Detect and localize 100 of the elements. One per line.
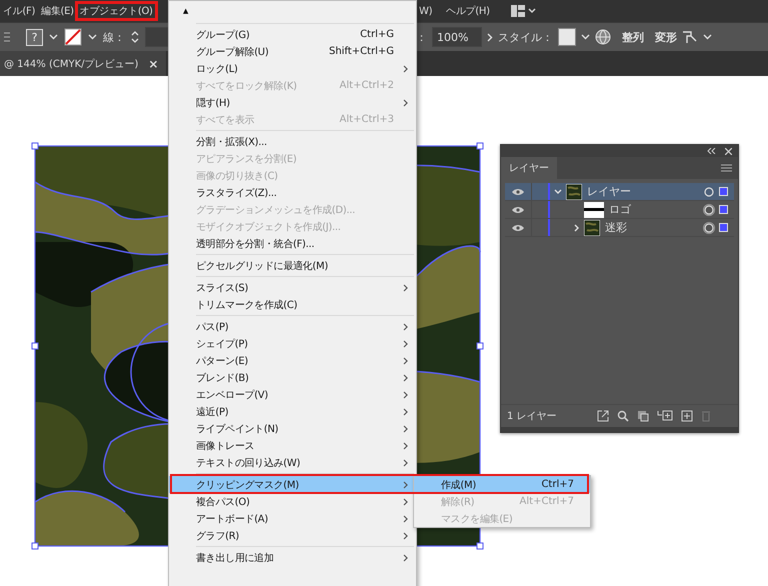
menu-item[interactable]: トリムマークを作成(C) — [169, 296, 416, 313]
shortcut-text: Ctrl+G — [360, 29, 394, 40]
chevron-down-icon[interactable] — [554, 189, 562, 194]
menu-item-label: アートボード(A) — [196, 512, 269, 526]
eye-icon[interactable] — [512, 188, 524, 196]
menu-item[interactable]: ロック(L) — [169, 60, 416, 77]
close-tab-button[interactable]: × — [148, 56, 158, 70]
menu-item[interactable]: パターン(E) — [169, 352, 416, 369]
menu-item-label: ライブペイント(N) — [196, 422, 280, 436]
menu-item-label: すべてを表示 — [196, 114, 256, 126]
document-title: @ 144% (CMYK/プレビュー) — [4, 58, 138, 70]
collapse-panel-icon[interactable] — [707, 148, 716, 154]
menu-item-label: 画像トレース — [196, 440, 256, 452]
shortcut-text: Alt+Ctrl+2 — [340, 80, 394, 91]
menu-item-label: 遠近(P) — [196, 406, 230, 418]
menu-item[interactable]: 書き出し用に追加 — [169, 549, 416, 566]
menu-item[interactable]: 隠す(H) — [169, 94, 416, 111]
transform-link[interactable]: 変形 — [655, 30, 677, 44]
menu-bar-item[interactable]: ヘルプ(H) — [443, 3, 493, 19]
eye-icon[interactable] — [512, 206, 524, 214]
selection-color-square — [719, 187, 728, 196]
menu-item[interactable]: 画像トレース — [169, 437, 416, 454]
opacity-label: ： — [416, 30, 427, 44]
chevron-right-icon[interactable] — [487, 32, 493, 42]
layer-name: ロゴ — [609, 202, 632, 217]
clipping-mask-icon[interactable] — [637, 410, 649, 422]
menu-item[interactable]: ラスタライズ(Z)... — [169, 184, 416, 201]
style-swatch[interactable] — [558, 28, 576, 46]
camouflage-thumbnail — [566, 184, 582, 200]
menu-item[interactable]: 複合パス(O) — [169, 493, 416, 510]
menu-item[interactable]: 遠近(P) — [169, 403, 416, 420]
menu-item-label: ロック(L) — [196, 62, 239, 76]
menu-item[interactable]: シェイプ(P) — [169, 335, 416, 352]
chevron-down-icon[interactable] — [49, 34, 58, 40]
menu-bar-item[interactable]: イル(F) — [0, 3, 38, 19]
layers-tab[interactable]: レイヤー — [501, 157, 557, 179]
menu-item-label: テキストの回り込み(W) — [196, 456, 302, 470]
menu-item-label: 複合パス(O) — [196, 496, 251, 508]
close-icon[interactable] — [725, 148, 732, 154]
menu-bar-item[interactable]: オブジェクト(O) — [76, 3, 156, 19]
chevron-down-icon[interactable] — [703, 34, 712, 40]
export-icon[interactable] — [597, 410, 609, 422]
menu-item[interactable]: 透明部分を分割・統合(F)... — [169, 235, 416, 252]
menu-item-label: グループ解除(U) — [196, 46, 270, 58]
menu-item[interactable]: アートボード(A) — [169, 510, 416, 527]
menu-item[interactable]: クリッピングマスク(M) — [169, 476, 416, 493]
menu-item-label: 透明部分を分割・統合(F)... — [196, 238, 316, 250]
eye-icon[interactable] — [512, 224, 524, 232]
menu-item-label: スライス(S) — [196, 282, 250, 294]
menu-bar-item[interactable]: 編集(E) — [38, 3, 77, 19]
menu-item-label: パス(P) — [196, 320, 230, 334]
fill-swatch[interactable]: ? — [26, 28, 43, 46]
document-tab[interactable]: @ 144% (CMYK/プレビュー) × — [0, 51, 166, 76]
chevron-down-icon[interactable] — [88, 34, 97, 40]
menu-item[interactable]: エンベロープ(V) — [169, 386, 416, 403]
layer-count: 1 レイヤー — [507, 410, 558, 423]
menu-item[interactable]: 分割・拡張(X)... — [169, 133, 416, 150]
menu-item-label: 分割・拡張(X)... — [196, 136, 268, 148]
menu-item-label: パターン(E) — [196, 354, 250, 368]
menu-item[interactable]: ピクセルグリッドに最適化(M) — [169, 257, 416, 274]
menu-icon[interactable] — [721, 164, 732, 172]
menu-item[interactable]: グループ解除(U) Shift+Ctrl+G — [169, 43, 416, 60]
target-circle-icon[interactable] — [703, 222, 715, 234]
workspace-layout-icon[interactable] — [510, 5, 537, 17]
stroke-none-swatch-icon[interactable] — [64, 28, 82, 46]
selection-color-square — [719, 223, 728, 232]
menu-item-label: マスクを編集(E) — [441, 512, 514, 526]
layer-row[interactable]: 迷彩 — [505, 219, 734, 237]
menu-item-label: グラフ(R) — [196, 530, 240, 542]
menu-item[interactable]: ライブペイント(N) — [169, 420, 416, 437]
layer-name: 迷彩 — [605, 220, 628, 235]
align-link[interactable]: 整列 — [622, 30, 644, 44]
menu-item-label: シェイプ(P) — [196, 338, 249, 350]
opacity-field[interactable]: 100% — [432, 27, 482, 47]
new-layer-icon[interactable] — [681, 410, 693, 422]
menu-item-label: アピアランスを分割(E) — [196, 152, 298, 166]
puppet-warp-icon[interactable] — [682, 30, 698, 44]
search-icon[interactable] — [617, 410, 629, 422]
chevron-right-icon[interactable] — [574, 224, 578, 232]
menu-item[interactable]: グループ(G) Ctrl+G — [169, 26, 416, 43]
menu-item-label: ピクセルグリッドに最適化(M) — [196, 260, 329, 272]
menu-item[interactable]: スライス(S) — [169, 279, 416, 296]
menu-item-label: エンベロープ(V) — [196, 388, 269, 402]
target-circle-icon[interactable] — [703, 204, 715, 216]
selection-color-square — [719, 205, 728, 214]
chevron-down-icon[interactable] — [581, 34, 590, 40]
layer-row[interactable]: ロゴ — [505, 201, 734, 219]
menu-item[interactable]: 作成(M) Ctrl+7 — [414, 476, 590, 493]
menu-item[interactable]: グラフ(R) — [169, 527, 416, 544]
menu-item[interactable]: テキストの回り込み(W) — [169, 454, 416, 471]
new-sublayer-icon[interactable] — [657, 410, 673, 422]
logo-thumbnail — [584, 202, 604, 218]
globe-icon[interactable] — [595, 29, 611, 45]
menu-item[interactable]: パス(P) — [169, 318, 416, 335]
layer-row[interactable]: レイヤー — [505, 183, 734, 201]
menu-item-label: 作成(M) — [441, 478, 477, 492]
menu-bar-item[interactable]: W) — [416, 4, 436, 18]
spinner-arrows-icon[interactable] — [131, 29, 139, 45]
menu-item[interactable]: ブレンド(B) — [169, 369, 416, 386]
layer-name: レイヤー — [587, 184, 632, 199]
